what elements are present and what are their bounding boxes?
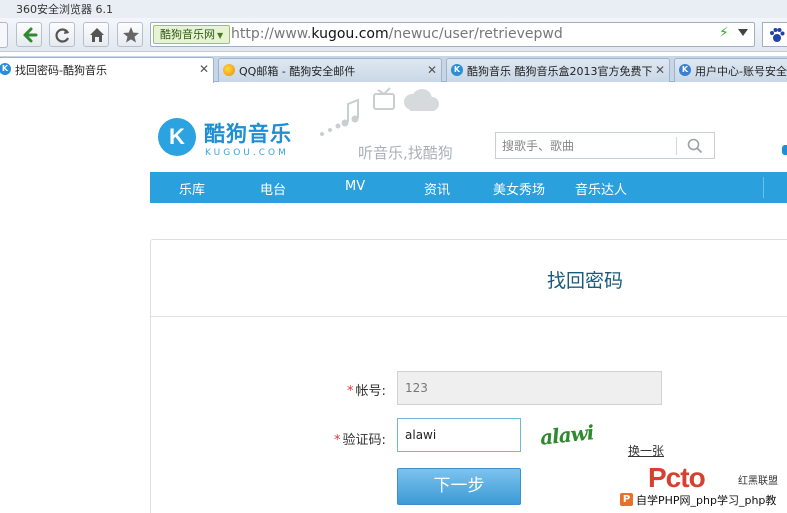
back-button[interactable] — [16, 22, 42, 47]
title-bar: 360安全浏览器 6.1 — [0, 0, 787, 18]
window-title: 360安全浏览器 6.1 — [16, 3, 113, 16]
page-title: 找回密码 — [547, 270, 624, 292]
captcha-input[interactable] — [397, 418, 521, 452]
paw-icon — [770, 28, 785, 42]
tab-label: 酷狗音乐 酷狗音乐盒2013官方免费下 — [467, 65, 653, 78]
required-mark: * — [347, 384, 354, 399]
captcha-label-text: 验证码: — [342, 433, 386, 448]
site-logo-text[interactable]: 酷狗音乐 — [204, 118, 292, 148]
account-field[interactable] — [397, 371, 662, 405]
kugou-icon: K — [451, 64, 463, 76]
tab-label: 用户中心-账号安全 — [695, 65, 787, 78]
close-icon[interactable]: ✕ — [199, 62, 209, 76]
tab-user-center[interactable]: K 用户中心-账号安全 — [674, 58, 787, 82]
nav-item-mv[interactable]: MV — [345, 179, 365, 194]
nav-item-library[interactable]: 乐库 — [179, 179, 205, 198]
url-domain: kugou.com — [311, 26, 389, 42]
site-search — [495, 132, 715, 159]
nav-item-news[interactable]: 资讯 — [424, 179, 450, 198]
user-icon: K — [679, 64, 691, 76]
refresh-button[interactable] — [49, 22, 75, 47]
address-bar[interactable]: 酷狗音乐网 ▼ http://www.kugou.com/newuc/user/r… — [150, 22, 755, 47]
next-step-button[interactable]: 下一步 — [397, 468, 521, 505]
nav-item-radio[interactable]: 电台 — [260, 179, 286, 198]
chevron-down-icon: ▼ — [217, 31, 224, 40]
site-identity-badge[interactable]: 酷狗音乐网 ▼ — [153, 25, 231, 44]
kugou-logo-icon[interactable]: K — [158, 118, 196, 156]
tab-qq-mail[interactable]: QQ邮箱 - 酷狗安全邮件 ✕ — [218, 58, 442, 82]
url-text[interactable]: http://www.kugou.com/newuc/user/retrieve… — [231, 26, 563, 42]
close-icon[interactable]: ✕ — [427, 63, 437, 77]
search-icon[interactable] — [687, 138, 703, 154]
tab-kugou-download[interactable]: K 酷狗音乐 酷狗音乐盒2013官方免费下 ✕ — [446, 58, 670, 82]
site-badge-label: 酷狗音乐网 — [160, 28, 215, 41]
search-input[interactable] — [497, 134, 677, 157]
favorites-button[interactable] — [117, 22, 143, 47]
nav-item-show[interactable]: 美女秀场 — [493, 179, 545, 198]
refresh-captcha-link[interactable]: 换一张 — [628, 442, 664, 459]
tab-label: QQ邮箱 - 酷狗安全邮件 — [239, 65, 356, 78]
site-logo-subtext: KUGOU.COM — [205, 148, 289, 158]
refresh-icon — [55, 28, 69, 43]
url-dropdown-icon[interactable] — [738, 29, 748, 36]
url-prefix: http://www. — [231, 26, 312, 42]
nav-item-talent[interactable]: 音乐达人 — [575, 179, 627, 198]
star-icon — [123, 27, 139, 43]
nav-divider — [763, 177, 764, 198]
sidebar-toggle[interactable] — [0, 22, 8, 48]
music-decoration-icon — [320, 87, 439, 136]
close-icon[interactable]: ✕ — [655, 63, 665, 77]
search-engine-button[interactable] — [762, 22, 787, 47]
site-slogan: 听音乐,找酷狗 — [358, 144, 453, 162]
url-path: /newuc/user/retrievepwd — [388, 26, 563, 42]
watermark-footer-text: 自学PHP网_php学习_php教 — [636, 494, 777, 507]
browser-window: 360安全浏览器 6.1 酷狗音乐网 ▼ http://www.kugou.com… — [0, 0, 787, 513]
home-button[interactable] — [83, 22, 109, 47]
tab-label: 找回密码-酷狗音乐 — [15, 64, 107, 77]
speed-mode-icon[interactable]: ⚡ — [719, 25, 729, 41]
required-mark: * — [334, 433, 341, 448]
kugou-icon: K — [0, 63, 11, 75]
tab-retrieve-password[interactable]: K 找回密码-酷狗音乐 ✕ — [0, 57, 214, 83]
divider — [151, 316, 787, 317]
home-icon — [90, 28, 104, 42]
main-nav: 乐库 电台 MV 资讯 美女秀场 音乐达人 — [150, 172, 787, 203]
php-logo-icon: P — [620, 493, 633, 506]
account-label: * 帐号: — [347, 380, 386, 399]
watermark: Pcto 红黑联盟 P 自学PHP网_php学习_php教 — [616, 462, 787, 513]
watermark-brand-cn: 红黑联盟 — [738, 476, 778, 487]
captcha-label: * 验证码: — [334, 429, 386, 448]
account-label-text: 帐号: — [355, 384, 386, 399]
back-arrow-icon — [23, 27, 38, 43]
login-icon[interactable] — [782, 145, 787, 155]
qq-icon — [223, 64, 235, 76]
search-divider — [676, 137, 677, 155]
